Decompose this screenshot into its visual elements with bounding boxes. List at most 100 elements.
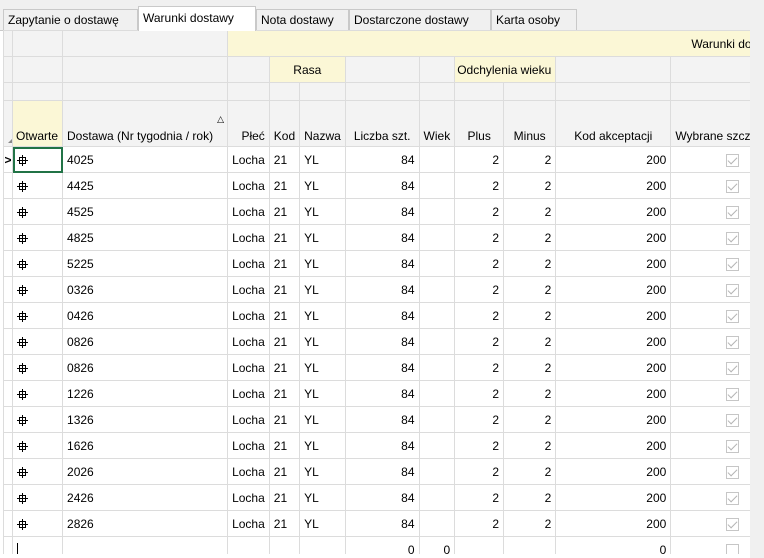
new-row-cursor[interactable]: [11, 536, 64, 554]
cell-minus[interactable]: 2: [503, 224, 557, 251]
cell-plec[interactable]: Locha: [227, 224, 270, 251]
expand-cell[interactable]: [11, 302, 64, 329]
cell-liczba[interactable]: 84: [344, 354, 420, 381]
cell-minus[interactable]: 2: [503, 354, 557, 381]
cell-kod[interactable]: 21: [268, 380, 301, 407]
cell-dostawa[interactable]: 0426: [62, 302, 229, 329]
cell-kod[interactable]: 21: [268, 302, 301, 329]
checkbox-wybrane[interactable]: [725, 361, 739, 375]
tab-warunki-dostawy[interactable]: Warunki dostawy: [138, 6, 256, 31]
cell-liczba[interactable]: 84: [344, 406, 420, 433]
expand-plus-icon[interactable]: [17, 232, 28, 244]
expand-plus-icon[interactable]: [17, 466, 28, 478]
tab-karta-osoby[interactable]: Karta osoby: [491, 9, 577, 30]
cell-plec[interactable]: Locha: [227, 328, 270, 355]
cell-dostawa[interactable]: 2426: [62, 484, 229, 511]
col-header-plus[interactable]: Plus: [454, 100, 505, 147]
cell-kod[interactable]: 21: [268, 276, 301, 303]
cell-liczba[interactable]: 84: [344, 328, 420, 355]
cell-wiek[interactable]: [418, 484, 456, 511]
expand-plus-icon[interactable]: [17, 440, 28, 452]
tab-nota-dostawy[interactable]: Nota dostawy: [256, 9, 349, 30]
table-row[interactable]: 0426 Locha 21 YL 84 2 2 200: [3, 302, 764, 329]
checkbox-wybrane[interactable]: [725, 413, 739, 427]
cell-kod[interactable]: 21: [268, 328, 301, 355]
cell-plus[interactable]: 2: [454, 276, 505, 303]
expand-plus-icon[interactable]: [17, 336, 28, 348]
cell-kod-akceptacji[interactable]: 200: [555, 146, 672, 173]
total-wiek[interactable]: 0: [418, 536, 456, 554]
cell-liczba[interactable]: 84: [344, 224, 420, 251]
cell-plus[interactable]: 2: [454, 380, 505, 407]
cell-nazwa[interactable]: YL: [299, 380, 346, 407]
cell-wiek[interactable]: [418, 302, 456, 329]
cell-plus[interactable]: 2: [454, 224, 505, 251]
cell-kod-akceptacji[interactable]: 200: [555, 328, 672, 355]
cell-wiek[interactable]: [418, 146, 456, 173]
expand-plus-icon[interactable]: [17, 362, 28, 374]
cell-plec[interactable]: Locha: [227, 458, 270, 485]
cell-wiek[interactable]: [418, 458, 456, 485]
table-row[interactable]: 1226 Locha 21 YL 84 2 2 200: [3, 380, 764, 407]
col-header-dostawa[interactable]: Dostawa (Nr tygodnia / rok) △: [62, 100, 229, 147]
expand-plus-icon[interactable]: [17, 258, 28, 270]
cell-nazwa[interactable]: YL: [299, 302, 346, 329]
cell-plec[interactable]: Locha: [227, 510, 270, 537]
cell-liczba[interactable]: 84: [344, 380, 420, 407]
cell-plec[interactable]: Locha: [227, 198, 270, 225]
table-row[interactable]: 2426 Locha 21 YL 84 2 2 200: [3, 484, 764, 511]
expand-cell[interactable]: [11, 328, 64, 355]
cell-plec[interactable]: Locha: [227, 172, 270, 199]
checkbox-wybrane[interactable]: [725, 283, 739, 297]
table-row[interactable]: 4825 Locha 21 YL 84 2 2 200: [3, 224, 764, 251]
cell-kod-akceptacji[interactable]: 200: [555, 380, 672, 407]
table-row[interactable]: 5225 Locha 21 YL 84 2 2 200: [3, 250, 764, 277]
cell-liczba[interactable]: 84: [344, 302, 420, 329]
table-row[interactable]: 1626 Locha 21 YL 84 2 2 200: [3, 432, 764, 459]
checkbox-wybrane[interactable]: [725, 543, 739, 554]
cell-plus[interactable]: 2: [454, 250, 505, 277]
cell-dostawa[interactable]: 5225: [62, 250, 229, 277]
cell-kod-akceptacji[interactable]: 200: [555, 276, 672, 303]
cell-nazwa[interactable]: YL: [299, 510, 346, 537]
cell-dostawa[interactable]: 0826: [62, 328, 229, 355]
checkbox-wybrane[interactable]: [725, 439, 739, 453]
cell-liczba[interactable]: 84: [344, 172, 420, 199]
cell-nazwa[interactable]: YL: [299, 276, 346, 303]
expand-plus-icon[interactable]: [17, 284, 28, 296]
cell-kod[interactable]: 21: [268, 406, 301, 433]
cell-kod[interactable]: 21: [268, 198, 301, 225]
new-row[interactable]: 000: [3, 536, 764, 554]
cell-nazwa[interactable]: [299, 536, 346, 554]
expand-plus-icon[interactable]: [17, 154, 28, 166]
cell-plus[interactable]: 2: [454, 432, 505, 459]
checkbox-wybrane[interactable]: [725, 179, 739, 193]
cell-plec[interactable]: Locha: [227, 354, 270, 381]
cell-plus[interactable]: 2: [454, 510, 505, 537]
cell-dostawa[interactable]: 2826: [62, 510, 229, 537]
table-row[interactable]: >4025 Locha 21 YL 84 2 2 200: [3, 146, 764, 173]
cell-plus[interactable]: 2: [454, 146, 505, 173]
expand-plus-icon[interactable]: [17, 414, 28, 426]
expand-cell[interactable]: [11, 354, 64, 381]
cell-nazwa[interactable]: YL: [299, 432, 346, 459]
cell-kod-akceptacji[interactable]: 200: [555, 484, 672, 511]
table-row[interactable]: 2026 Locha 21 YL 84 2 2 200: [3, 458, 764, 485]
col-header-otwarte[interactable]: Otwarte: [11, 100, 64, 147]
cell-dostawa[interactable]: 1626: [62, 432, 229, 459]
cell-kod-akceptacji[interactable]: 200: [555, 510, 672, 537]
cell-plec[interactable]: [227, 536, 270, 554]
cell-dostawa[interactable]: [62, 536, 229, 554]
table-row[interactable]: 0826 Locha 21 YL 84 2 2 200: [3, 328, 764, 355]
expand-cell[interactable]: [11, 276, 64, 303]
table-row[interactable]: 0826 Locha 21 YL 84 2 2 200: [3, 354, 764, 381]
cell-dostawa[interactable]: 4425: [62, 172, 229, 199]
cell-nazwa[interactable]: YL: [299, 484, 346, 511]
cell-dostawa[interactable]: 1226: [62, 380, 229, 407]
expand-plus-icon[interactable]: [17, 310, 28, 322]
cell-nazwa[interactable]: YL: [299, 328, 346, 355]
cell-minus[interactable]: 2: [503, 302, 557, 329]
cell-kod[interactable]: [268, 536, 301, 554]
cell-wiek[interactable]: [418, 432, 456, 459]
cell-kod-akceptacji[interactable]: 200: [555, 250, 672, 277]
